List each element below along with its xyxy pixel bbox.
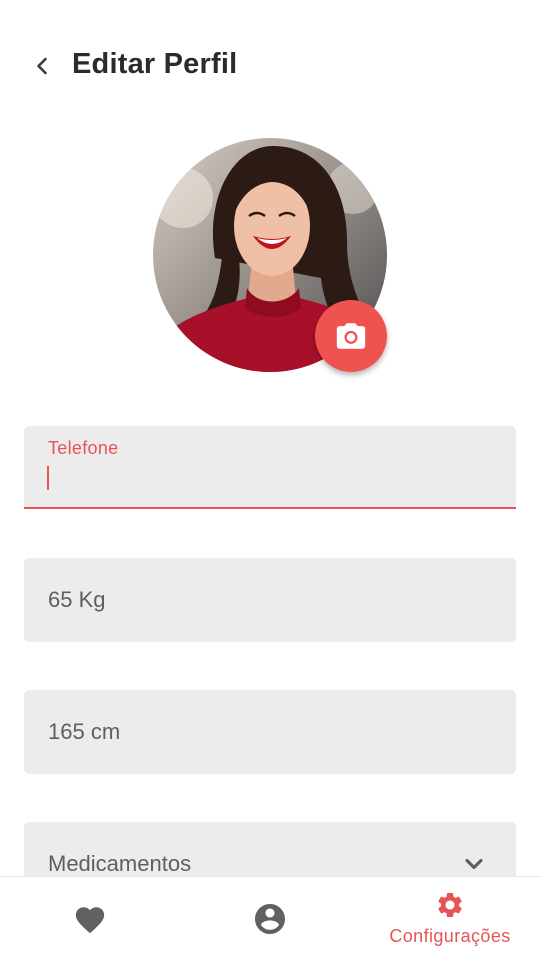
app-header: Editar Perfil: [0, 38, 540, 94]
weight-field[interactable]: 65 Kg: [24, 558, 516, 642]
chevron-down-icon: [465, 858, 483, 870]
height-field[interactable]: 165 cm: [24, 690, 516, 774]
weight-field-value: 65 Kg: [48, 587, 106, 612]
change-photo-button[interactable]: [315, 300, 387, 372]
text-cursor: [47, 466, 49, 490]
height-field-value: 165 cm: [48, 719, 121, 744]
nav-item-favorites[interactable]: [60, 877, 120, 961]
gear-icon: [438, 893, 462, 917]
bottom-navigation: Configurações: [0, 876, 540, 961]
camera-icon: [336, 323, 366, 349]
nav-item-profile[interactable]: [240, 877, 300, 961]
chevron-left-icon: [37, 57, 47, 75]
profile-photo-section: [153, 138, 387, 372]
nav-item-settings-label: Configurações: [389, 926, 511, 946]
nav-item-settings[interactable]: Configurações: [380, 877, 520, 961]
account-circle-icon: [255, 904, 285, 934]
page-title: Editar Perfil: [72, 48, 238, 80]
phone-field-label: Telefone: [48, 438, 119, 458]
phone-field[interactable]: Telefone: [24, 426, 516, 509]
heart-icon: [75, 907, 105, 934]
back-button[interactable]: [22, 46, 62, 86]
